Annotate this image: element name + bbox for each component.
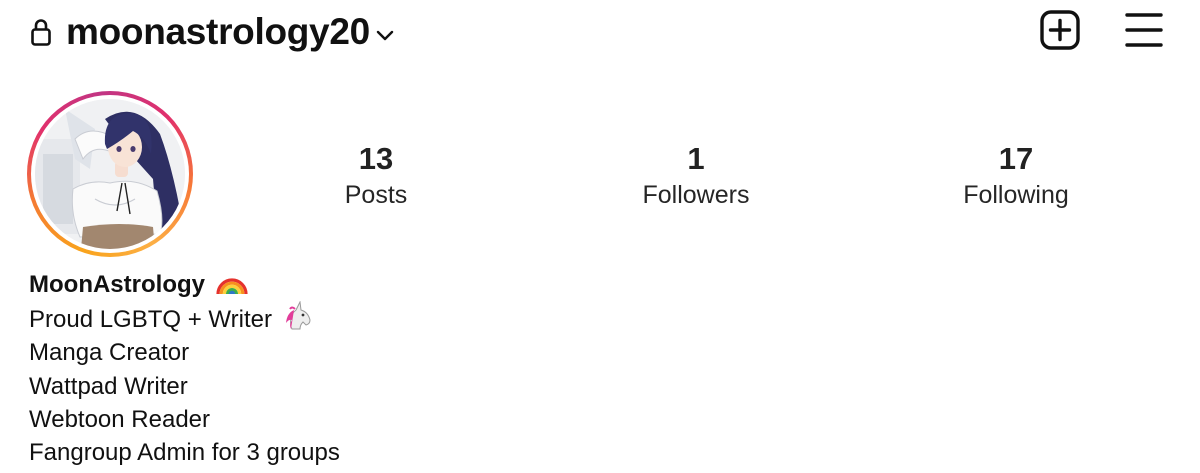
followers-count: 1 [687,141,705,176]
profile-stats: 13 Posts 1 Followers 17 Following [0,140,1200,220]
hamburger-menu-icon[interactable] [1124,10,1164,50]
bio-line: Manga Creator [29,339,190,367]
unicorn-emoji [285,301,311,330]
bio-name-line: MoonAstrology [29,268,729,301]
display-name: MoonAstrology [29,271,205,298]
profile-header: moonastrology20 [0,0,1200,66]
profile-bio: MoonAstrology Proud LGBTQ + Writer Manga… [29,268,729,469]
following-label: Following [963,181,1069,209]
following-count: 17 [998,141,1034,176]
stat-posts[interactable]: 13 Posts [276,140,476,212]
stat-followers[interactable]: 1 Followers [596,140,796,212]
posts-count: 13 [358,141,394,176]
followers-label: Followers [642,181,750,209]
bio-line: Fangroup Admin for 3 groups [29,439,340,467]
bio-text: Proud LGBTQ + Writer [29,306,272,334]
bio-line: Wattpad Writer [29,372,188,400]
posts-label: Posts [344,181,408,209]
bio-line: Proud LGBTQ + Writer [29,301,729,336]
username[interactable]: moonastrology20 [66,9,370,55]
stat-following[interactable]: 17 Following [916,140,1116,212]
rainbow-emoji [216,278,248,295]
bio-line: Webtoon Reader [29,405,211,433]
chevron-down-icon[interactable] [374,24,396,46]
plus-square-icon[interactable] [1038,8,1082,52]
lock-icon [31,19,51,46]
